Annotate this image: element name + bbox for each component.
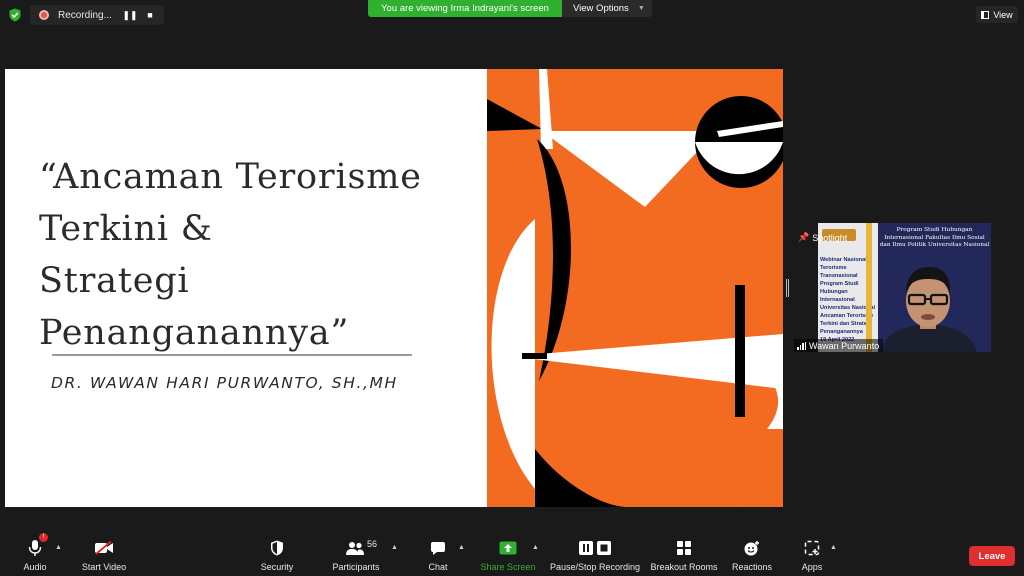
participants-button[interactable]: 56 Participants <box>331 530 381 576</box>
chat-button[interactable]: Chat <box>422 530 454 576</box>
recording-indicator: Recording... ❚❚ ■ <box>30 5 164 25</box>
slide-author: DR. WAWAN HARI PURWANTO, SH.,MH <box>51 374 398 392</box>
participant-video <box>881 267 977 352</box>
participants-label: Participants <box>332 562 380 572</box>
shield-icon <box>270 537 284 559</box>
pause-stop-icon <box>578 537 612 559</box>
viewing-screen-banner: You are viewing Irma Indrayani's screen <box>368 0 562 17</box>
apps-button[interactable]: Apps <box>798 530 826 576</box>
participant-name-tag: Wawan Purwanto <box>794 339 884 352</box>
view-options-label: View Options <box>573 3 629 14</box>
participant-name: Wawan Purwanto <box>809 340 880 351</box>
pause-stop-recording-label: Pause/Stop Recording <box>549 562 641 572</box>
chat-bubble-icon <box>430 537 446 559</box>
pause-icon[interactable]: ❚❚ <box>120 10 140 21</box>
participants-icon: 56 <box>331 537 381 559</box>
apps-icon <box>804 537 820 559</box>
breakout-rooms-label: Breakout Rooms <box>650 562 718 572</box>
apps-options-caret[interactable]: ▲ <box>830 544 837 551</box>
reactions-label: Reactions <box>731 562 773 572</box>
background-header: Program Studi Hubungan Internasional Fak… <box>879 227 990 248</box>
view-options-button[interactable]: View Options ▼ <box>562 0 652 17</box>
start-video-label: Start Video <box>81 562 127 572</box>
start-video-button[interactable]: Start Video <box>78 530 130 576</box>
shield-check-icon[interactable] <box>8 8 22 22</box>
slide-divider <box>52 354 412 356</box>
apps-label: Apps <box>801 562 823 572</box>
slide-title-line: “Ancaman Terorisme <box>39 157 422 197</box>
audio-button[interactable]: ! Audio <box>18 530 52 576</box>
view-label: View <box>993 9 1013 20</box>
audio-label: Audio <box>23 562 47 572</box>
meeting-toolbar: ! Audio ▲ Start Video Security 56 Partic… <box>0 530 1024 576</box>
microphone-icon: ! <box>28 533 48 559</box>
chat-label: Chat <box>428 562 448 572</box>
record-icon <box>39 10 49 20</box>
shared-screen-slide: “Ancaman Terorisme Terkini & Strategi Pe… <box>5 69 783 507</box>
viewing-label: You are viewing Irma Indrayani's screen <box>381 3 549 14</box>
recording-label: Recording... <box>58 9 112 21</box>
view-grid-icon <box>981 10 990 19</box>
slide-title-line: Strategi <box>39 261 190 301</box>
reactions-icon <box>743 537 761 559</box>
pause-stop-recording-button[interactable]: Pause/Stop Recording <box>550 530 640 576</box>
pin-icon: 📌 <box>798 232 810 242</box>
signal-bars-icon <box>797 341 806 350</box>
breakout-rooms-button[interactable]: Breakout Rooms <box>650 530 718 576</box>
chat-options-caret[interactable]: ▲ <box>458 544 465 551</box>
security-button[interactable]: Security <box>257 530 297 576</box>
view-button[interactable]: View <box>976 6 1018 23</box>
participants-options-caret[interactable]: ▲ <box>391 544 398 551</box>
abstract-artwork <box>487 69 783 507</box>
participants-count: 56 <box>367 539 378 549</box>
share-screen-icon <box>499 537 517 559</box>
spotlight-badge: 📌 Spotlight <box>798 232 847 243</box>
panel-resize-handle[interactable] <box>786 279 789 297</box>
share-screen-label: Share Screen <box>480 562 536 572</box>
video-off-icon <box>94 537 114 559</box>
reactions-button[interactable]: Reactions <box>731 530 773 576</box>
banner-stripe <box>866 223 872 352</box>
leave-button[interactable]: Leave <box>969 546 1015 566</box>
audio-options-caret[interactable]: ▲ <box>55 544 62 551</box>
share-screen-button[interactable]: Share Screen <box>480 530 536 576</box>
slide-title-line: Terkini & <box>39 209 213 249</box>
spotlight-label: Spotlight <box>812 232 848 243</box>
slide-title: “Ancaman Terorisme Terkini & Strategi Pe… <box>39 151 499 359</box>
audio-warning-badge: ! <box>39 533 48 542</box>
share-options-caret[interactable]: ▲ <box>532 544 539 551</box>
chevron-down-icon: ▼ <box>637 5 645 12</box>
stop-icon[interactable]: ■ <box>140 10 160 20</box>
security-label: Security <box>260 562 294 572</box>
breakout-rooms-icon <box>676 537 692 559</box>
slide-title-line: Penanganannya” <box>39 313 350 353</box>
